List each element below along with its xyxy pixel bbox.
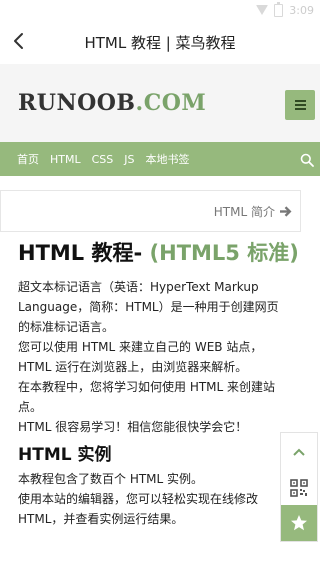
status-icons: 3:09	[256, 1, 314, 17]
qrcode-icon	[290, 479, 308, 497]
nav-item-css[interactable]: CSS	[92, 153, 114, 166]
nav-item-home[interactable]: 首页	[17, 151, 39, 167]
section-title: HTML 实例	[18, 445, 112, 465]
chevron-up-icon	[293, 448, 305, 456]
floating-toolbar	[280, 432, 318, 542]
arrow-right-icon	[280, 206, 292, 217]
nav-item-bookmarks[interactable]: 本地书签	[146, 151, 190, 167]
page-title: HTML 教程- (HTML5 标准)	[18, 238, 299, 268]
intro-paragraph: 超文本标记语言（英语：HyperText Markup Language，简称：…	[18, 280, 279, 334]
wifi-icon	[256, 5, 269, 15]
star-icon	[291, 515, 307, 531]
page-title-main: HTML 教程-	[18, 241, 150, 265]
nav-item-js[interactable]: JS	[124, 153, 134, 166]
scroll-top-button[interactable]	[281, 433, 317, 471]
qrcode-button[interactable]	[281, 471, 317, 505]
logo-main: RUNOOB	[18, 90, 136, 116]
bookmark-star-button[interactable]	[281, 505, 317, 541]
logo-dot: .	[135, 90, 144, 116]
hamburger-icon	[294, 100, 306, 110]
page-title-accent: (HTML5 标准)	[149, 241, 299, 265]
search-icon[interactable]	[300, 152, 314, 167]
paragraph: 使用本站的编辑器，您可以轻松实现在线修改 HTML，并查看实例运行结果。	[18, 492, 259, 526]
site-logo[interactable]: RUNOOB.COM	[18, 90, 206, 116]
paragraph: 在本教程中，您将学习如何使用 HTML 来创建站点。	[18, 380, 276, 414]
app-bar-title: HTML 教程 | 菜鸟教程	[84, 34, 236, 52]
battery-icon	[274, 1, 284, 17]
nav-links: 首页 HTML CSS JS 本地书签	[17, 142, 190, 176]
logo-com: COM	[143, 90, 207, 116]
menu-button[interactable]	[285, 90, 315, 120]
next-page-link[interactable]: HTML 简介	[214, 203, 292, 220]
status-bar: 3:09	[0, 0, 320, 20]
pager-box: HTML 简介	[0, 190, 301, 232]
app-bar: HTML 教程 | 菜鸟教程	[0, 20, 320, 64]
next-page-label: HTML 简介	[213, 205, 275, 219]
paragraph: HTML 很容易学习！相信您能很快学会它！	[18, 420, 248, 434]
status-time: 3:09	[289, 3, 314, 17]
article-content: HTML 教程- (HTML5 标准) 超文本标记语言（英语：HyperText…	[18, 238, 299, 529]
nav-item-html[interactable]: HTML	[50, 153, 81, 166]
paragraph: 本教程包含了数百个 HTML 实例。	[18, 472, 204, 486]
nav-bar: 首页 HTML CSS JS 本地书签	[0, 142, 320, 176]
paragraph: 您可以使用 HTML 来建立自己的 WEB 站点，HTML 运行在浏览器上，由浏…	[18, 340, 263, 374]
site-header: RUNOOB.COM	[0, 64, 320, 142]
